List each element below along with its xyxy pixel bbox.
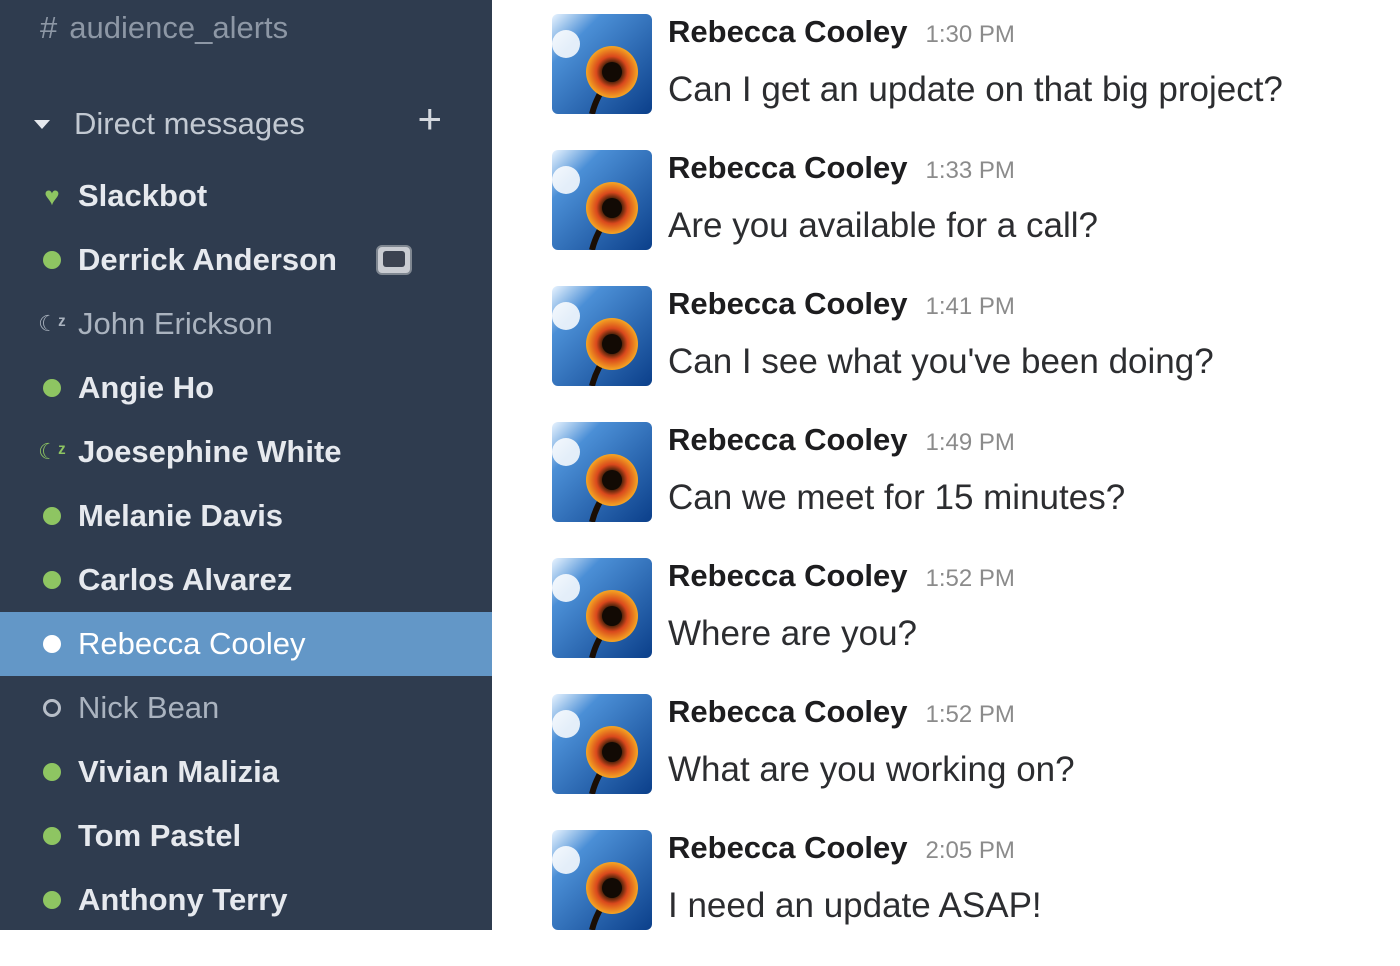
online-status-icon bbox=[43, 571, 61, 589]
message: Rebecca Cooley 1:49 PM Can we meet for 1… bbox=[552, 422, 1382, 558]
avatar[interactable] bbox=[552, 150, 652, 250]
message-text: Can I see what you've been doing? bbox=[668, 342, 1214, 381]
dm-item-melanie-davis[interactable]: Melanie Davis bbox=[0, 484, 492, 548]
message: Rebecca Cooley 1:33 PM Are you available… bbox=[552, 150, 1382, 286]
message-author[interactable]: Rebecca Cooley bbox=[668, 558, 908, 594]
dm-item-carlos-alvarez[interactable]: Carlos Alvarez bbox=[0, 548, 492, 612]
online-status-icon bbox=[43, 635, 61, 653]
heart-icon: ♥ bbox=[44, 181, 60, 211]
direct-messages-list: ♥ Slackbot Derrick Anderson ☾ᶻ John Eric… bbox=[0, 164, 492, 932]
message-header: Rebecca Cooley 1:33 PM bbox=[668, 150, 1015, 190]
message-timestamp[interactable]: 1:52 PM bbox=[926, 701, 1015, 729]
message-timestamp[interactable]: 1:33 PM bbox=[926, 157, 1015, 185]
message-header: Rebecca Cooley 1:49 PM bbox=[668, 422, 1015, 462]
message-text: Are you available for a call? bbox=[668, 206, 1098, 245]
message-text: What are you working on? bbox=[668, 750, 1075, 789]
message-author[interactable]: Rebecca Cooley bbox=[668, 150, 908, 186]
dm-item-tom-pastel[interactable]: Tom Pastel bbox=[0, 804, 492, 868]
message: Rebecca Cooley 1:52 PM What are you work… bbox=[552, 694, 1382, 830]
message-header: Rebecca Cooley 1:41 PM bbox=[668, 286, 1015, 326]
dm-item-nick-bean[interactable]: Nick Bean bbox=[0, 676, 492, 740]
direct-messages-header[interactable]: Direct messages + bbox=[30, 98, 450, 144]
message-author[interactable]: Rebecca Cooley bbox=[668, 286, 908, 322]
direct-messages-title: Direct messages bbox=[74, 106, 305, 141]
dm-name: Rebecca Cooley bbox=[78, 626, 306, 661]
message-author[interactable]: Rebecca Cooley bbox=[668, 422, 908, 458]
dm-item-angie-ho[interactable]: Angie Ho bbox=[0, 356, 492, 420]
message-text: Can I get an update on that big project? bbox=[668, 70, 1283, 109]
message-text: I need an update ASAP! bbox=[668, 886, 1042, 925]
online-status-icon bbox=[43, 891, 61, 909]
dm-item-derrick-anderson[interactable]: Derrick Anderson bbox=[0, 228, 492, 292]
avatar[interactable] bbox=[552, 286, 652, 386]
message-header: Rebecca Cooley 1:30 PM bbox=[668, 14, 1015, 54]
avatar[interactable] bbox=[552, 422, 652, 522]
message: Rebecca Cooley 1:52 PM Where are you? bbox=[552, 558, 1382, 694]
dm-name: Joesephine White bbox=[78, 434, 342, 469]
dm-item-john-erickson[interactable]: ☾ᶻ John Erickson bbox=[0, 292, 492, 356]
avatar[interactable] bbox=[552, 558, 652, 658]
avatar[interactable] bbox=[552, 830, 652, 930]
dm-name: Tom Pastel bbox=[78, 818, 242, 853]
message-timestamp[interactable]: 1:49 PM bbox=[926, 429, 1015, 457]
sidebar-channel-audience-alerts[interactable]: # audience_alerts bbox=[40, 10, 288, 46]
message-timestamp[interactable]: 2:05 PM bbox=[926, 837, 1015, 865]
add-direct-message-button[interactable]: + bbox=[417, 98, 442, 140]
hash-icon: # bbox=[40, 10, 58, 45]
sidebar: # audience_alerts Direct messages + ♥ Sla… bbox=[0, 0, 492, 930]
snooze-icon: ☾ᶻ bbox=[38, 439, 66, 464]
dm-item-joesephine-white[interactable]: ☾ᶻ Joesephine White bbox=[0, 420, 492, 484]
dm-name: Nick Bean bbox=[78, 690, 220, 725]
message-header: Rebecca Cooley 2:05 PM bbox=[668, 830, 1015, 870]
dm-item-anthony-terry[interactable]: Anthony Terry bbox=[0, 868, 492, 932]
avatar[interactable] bbox=[552, 694, 652, 794]
message-author[interactable]: Rebecca Cooley bbox=[668, 694, 908, 730]
message-header: Rebecca Cooley 1:52 PM bbox=[668, 558, 1015, 598]
online-status-icon bbox=[43, 251, 61, 269]
caret-down-icon[interactable] bbox=[34, 119, 50, 129]
avatar[interactable] bbox=[552, 14, 652, 114]
message-author[interactable]: Rebecca Cooley bbox=[668, 14, 908, 50]
online-status-icon bbox=[43, 763, 61, 781]
message-text: Where are you? bbox=[668, 614, 918, 653]
dm-name: John Erickson bbox=[78, 306, 273, 341]
dm-item-rebecca-cooley[interactable]: Rebecca Cooley bbox=[0, 612, 492, 676]
dm-name: Anthony Terry bbox=[78, 882, 288, 917]
dm-name: Derrick Anderson bbox=[78, 242, 337, 277]
message-timestamp[interactable]: 1:30 PM bbox=[926, 21, 1015, 49]
tv-icon bbox=[376, 245, 412, 275]
message-list: Rebecca Cooley 1:30 PM Can I get an upda… bbox=[552, 14, 1382, 966]
message-author[interactable]: Rebecca Cooley bbox=[668, 830, 908, 866]
message-timestamp[interactable]: 1:52 PM bbox=[926, 565, 1015, 593]
online-status-icon bbox=[43, 507, 61, 525]
dm-item-slackbot[interactable]: ♥ Slackbot bbox=[0, 164, 492, 228]
away-status-icon bbox=[43, 699, 61, 717]
dm-name: Angie Ho bbox=[78, 370, 215, 405]
message: Rebecca Cooley 1:41 PM Can I see what yo… bbox=[552, 286, 1382, 422]
dm-name: Melanie Davis bbox=[78, 498, 284, 533]
online-status-icon bbox=[43, 827, 61, 845]
message: Rebecca Cooley 2:05 PM I need an update … bbox=[552, 830, 1382, 966]
dm-name: Carlos Alvarez bbox=[78, 562, 293, 597]
online-status-icon bbox=[43, 379, 61, 397]
message-timestamp[interactable]: 1:41 PM bbox=[926, 293, 1015, 321]
message-header: Rebecca Cooley 1:52 PM bbox=[668, 694, 1015, 734]
dm-item-vivian-malizia[interactable]: Vivian Malizia bbox=[0, 740, 492, 804]
dm-name: Vivian Malizia bbox=[78, 754, 280, 789]
channel-name: audience_alerts bbox=[69, 10, 289, 45]
message: Rebecca Cooley 1:30 PM Can I get an upda… bbox=[552, 14, 1382, 150]
dm-name: Slackbot bbox=[78, 178, 208, 213]
snooze-icon: ☾ᶻ bbox=[38, 311, 66, 336]
message-text: Can we meet for 15 minutes? bbox=[668, 478, 1126, 517]
